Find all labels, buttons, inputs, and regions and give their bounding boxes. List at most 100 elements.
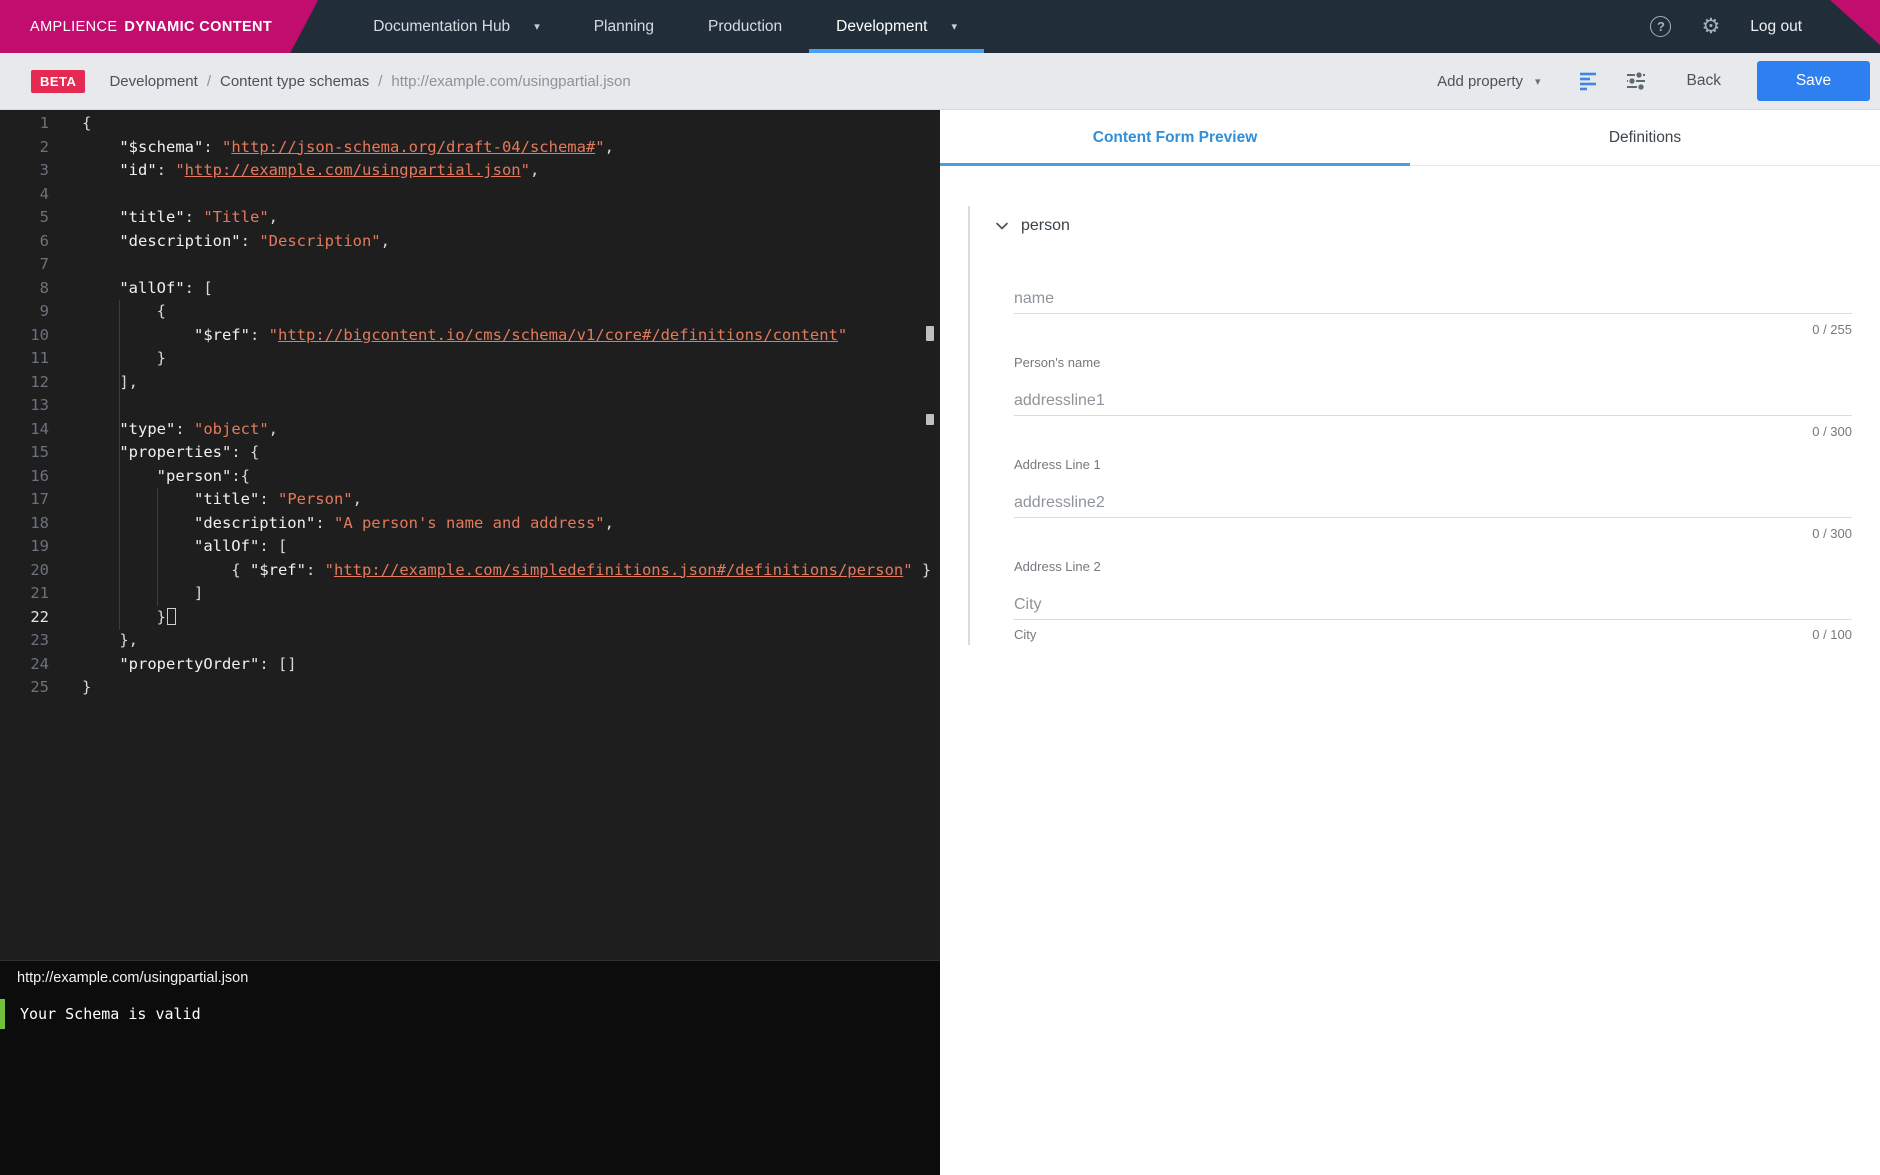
line-number: 20 [30,560,49,579]
code-line[interactable]: 4 [0,183,940,207]
preview-tabs: Content Form Preview Definitions [940,110,1880,166]
validation-message: Your Schema is valid [20,1005,201,1023]
indent-guide [119,300,120,630]
back-button[interactable]: Back [1665,64,1743,98]
editor-status-panel: http://example.com/usingpartial.json You… [0,960,940,1175]
toolbar: BETA Development / Content type schemas / ht… [0,53,1880,110]
line-number: 23 [30,631,49,649]
code-line[interactable]: 23 }, [0,629,940,653]
code-line-text: } [82,678,92,696]
person-section-header[interactable]: person [992,206,1852,236]
nav-item-label: Development [836,17,928,35]
amplience-logo[interactable]: AMPLIENCE DYNAMIC CONTENT [0,0,318,53]
code-line-text: ], [82,372,138,391]
schema-filename: http://example.com/usingpartial.json [17,969,249,986]
line-number: 9 [39,302,49,320]
line-number: 5 [39,208,49,226]
line-number: 21 [30,584,49,602]
toolbar-actions: Add property ▾ Back Save [1437,61,1870,101]
line-number: 13 [30,396,49,414]
form-field-city: City 0 / 100 [1014,590,1852,645]
sliders-icon [1626,70,1645,92]
code-line[interactable]: 11 } [0,347,940,371]
line-number: 22 [30,607,49,626]
editor-settings-icon[interactable] [1617,62,1655,100]
brand-name: AMPLIENCE [30,18,118,35]
code-line[interactable]: 17 "title": "Person", [0,488,940,512]
add-property-label: Add property [1437,72,1523,90]
beta-badge: BETA [31,69,86,93]
code-line[interactable]: 8 "allOf": [ [0,277,940,301]
code-line[interactable]: 3 "id": "http://example.com/usingpartial… [0,159,940,183]
char-counter-row: 0 / 255 [1014,321,1852,339]
code-line[interactable]: 24 "propertyOrder": [] [0,653,940,677]
field-input-name[interactable] [1014,284,1852,314]
line-number: 25 [30,678,49,696]
code-line[interactable]: 19 "allOf": [ [0,535,940,559]
code-line[interactable]: 20 { "$ref": "http://example.com/simpled… [0,559,940,583]
gear-icon[interactable]: ⚙ [1701,16,1720,37]
section-title: person [1021,217,1070,234]
code-line-text: { "$ref": "http://example.com/simpledefi… [82,560,932,579]
code-line[interactable]: 14 "type": "object", [0,418,940,442]
nav-item-planning[interactable]: Planning [567,0,681,53]
field-input-addressline2[interactable] [1014,488,1852,518]
code-line-text: "description": "Description", [119,231,390,250]
logout-button[interactable]: Log out [1750,18,1802,36]
code-line-text: "person":{ [156,466,250,485]
nav-item-development[interactable]: Development ▾ [809,0,984,53]
field-helper-text: Person's name [1014,355,1101,370]
code-line[interactable]: 21 ] [0,582,940,606]
code-line[interactable]: 2 "$schema": "http://json-schema.org/dra… [0,136,940,160]
field-input-addressline1[interactable] [1014,386,1852,416]
breadcrumb-item[interactable]: Content type schemas [220,73,369,90]
primary-nav: Documentation Hub ▾ Planning Production Deve… [346,0,984,53]
char-counter: 0 / 300 [1812,526,1852,541]
code-line[interactable]: 7 [0,253,940,277]
field-helper-text: City [1014,627,1037,642]
breadcrumb: Development / Content type schemas / http://… [109,73,630,90]
code-line[interactable]: 16 "person":{ [0,465,940,489]
code-line-text: "description": "A person's name and addr… [193,513,614,532]
field-helper-row: Address Line 2 [1014,558,1852,576]
code-line-text: }, [82,631,138,649]
help-icon[interactable]: ? [1650,16,1672,37]
nav-item-label: Planning [593,17,655,35]
tab-content-form-preview[interactable]: Content Form Preview [940,110,1410,166]
nav-item-production[interactable]: Production [681,0,809,53]
code-line[interactable]: 10 "$ref": "http://bigcontent.io/cms/sch… [0,324,940,348]
schema-code-editor[interactable]: 1{2 "$schema": "http://json-schema.org/d… [0,110,940,1175]
code-line[interactable]: 18 "description": "A person's name and a… [0,512,940,536]
add-property-dropdown[interactable]: Add property ▾ [1437,73,1540,90]
code-line[interactable]: 12 ], [0,371,940,395]
line-number: 19 [30,537,49,555]
code-line[interactable]: 1{ [0,112,940,136]
code-line[interactable]: 13 [0,394,940,418]
code-line[interactable]: 25} [0,676,940,700]
field-input-city[interactable] [1014,590,1852,620]
code-line[interactable]: 15 "properties": { [0,441,940,465]
chevron-down-icon [996,222,1008,230]
scrollbar-marker [926,326,934,341]
line-number: 6 [39,231,49,250]
breadcrumb-item[interactable]: Development [109,73,197,90]
line-number: 8 [39,278,49,297]
char-counter: 0 / 100 [1812,627,1852,642]
code-line[interactable]: 5 "title": "Title", [0,206,940,230]
breadcrumb-separator: / [206,72,211,90]
code-line-text: } [49,606,176,630]
top-nav: AMPLIENCE DYNAMIC CONTENT Documentation … [0,0,1880,53]
tab-definitions[interactable]: Definitions [1410,110,1880,165]
field-helper-text: Address Line 2 [1014,559,1101,574]
nav-item-label: Production [708,17,783,35]
save-button[interactable]: Save [1757,61,1870,101]
format-schema-icon[interactable] [1569,62,1607,100]
code-line[interactable]: 9 { [0,300,940,324]
breadcrumb-item: http://example.com/usingpartial.json [391,72,631,90]
form-field-addressline2: 0 / 300 Address Line 2 [1014,488,1852,576]
code-line[interactable]: 22 } [0,606,940,630]
nav-item-documentation-hub[interactable]: Documentation Hub ▾ [346,0,567,53]
code-line[interactable]: 6 "description": "Description", [0,230,940,254]
code-area[interactable]: 1{2 "$schema": "http://json-schema.org/d… [0,110,940,700]
field-helper-row: Person's name [1014,354,1852,372]
